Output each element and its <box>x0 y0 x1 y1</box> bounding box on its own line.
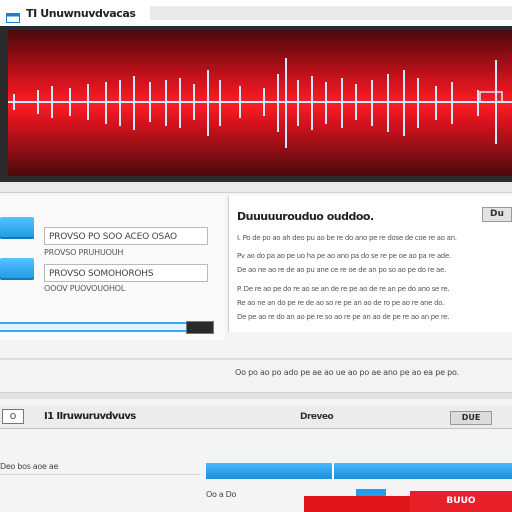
info-line: P. De re ao pe do re ao se an de re pe a… <box>237 285 450 293</box>
row-label: Deo bos aoe ae <box>0 462 59 471</box>
apply-button-1[interactable] <box>0 217 34 239</box>
info-badge-button[interactable]: Du <box>482 207 512 222</box>
waveform-divider <box>0 182 512 193</box>
status-band <box>0 392 512 399</box>
table-title: I1 IIruwuruvdvuvs <box>44 411 136 422</box>
volume-slider-track[interactable] <box>0 322 186 332</box>
info-title: Duuuuurouduo ouddoo. <box>237 210 374 223</box>
app-window-icon <box>6 8 20 23</box>
progress-bar-segment <box>334 463 512 479</box>
status-separator <box>0 358 512 360</box>
primary-action-button[interactable]: BUUO <box>410 491 512 512</box>
info-line: Re ao ne an do pe re de ao so re pe an a… <box>237 299 445 307</box>
progress-bar-segment <box>206 463 332 479</box>
info-line: Pv ao do pa ao pe uo ha pe ao ano pa do … <box>237 252 451 260</box>
apply-button-2[interactable] <box>0 258 34 280</box>
row-secondary-label: Oo a Do <box>206 490 237 499</box>
info-line: I. Po de po ao ah deo pu ao be re do ano… <box>237 234 457 242</box>
table-action-button[interactable]: DUE <box>450 411 492 425</box>
info-line: De pe ao re do an ao pe re so ao re pe a… <box>237 313 450 321</box>
table-select-all-checkbox[interactable]: O <box>2 409 24 424</box>
waveform-display[interactable] <box>8 30 512 180</box>
volume-slider-handle[interactable] <box>186 321 214 334</box>
status-text: Oo po ao po ado pe ae ao ue ao po ae ano… <box>235 368 459 377</box>
table-column-header[interactable]: Dreveo <box>300 412 334 422</box>
settings-field-2-hint: OOOV PUOVOUOHOL <box>44 284 126 293</box>
settings-field-2[interactable]: PROVSO SOMOHOROHS <box>44 264 208 282</box>
settings-field-1[interactable]: PROVSO PO SOO ACEO OSAO <box>44 227 208 245</box>
settings-field-1-hint: PROVSO PRUHUOUH <box>44 248 124 257</box>
info-line: De ao ne ao re de ao pu ane ce re oe de … <box>237 266 446 274</box>
row-separator <box>0 474 200 475</box>
title-bar-tabstrip <box>150 6 512 20</box>
window-title: TI Unuwnuvdvacas <box>26 7 136 20</box>
